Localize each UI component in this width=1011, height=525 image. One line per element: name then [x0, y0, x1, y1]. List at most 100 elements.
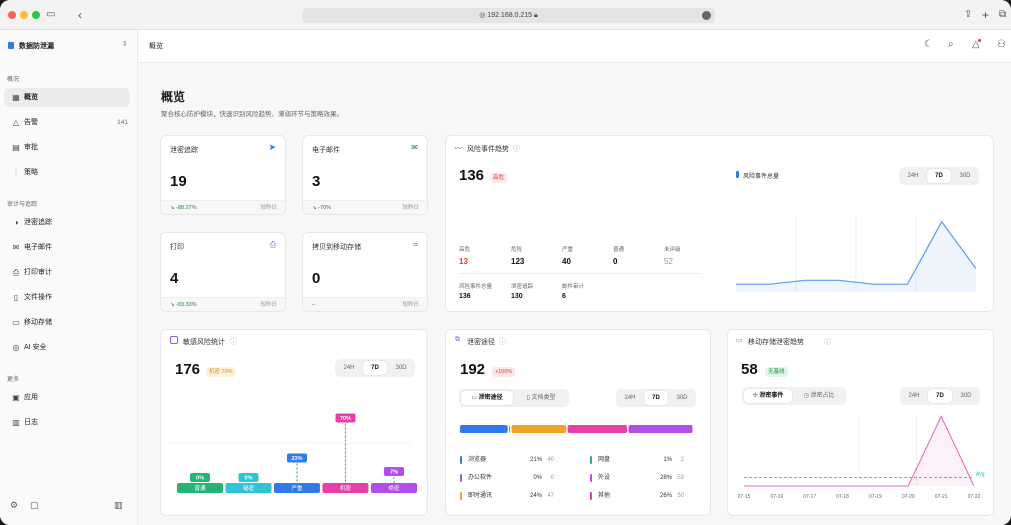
- search-icon[interactable]: ⌕: [948, 39, 954, 50]
- tab-30d[interactable]: 30D: [670, 391, 694, 405]
- x-tick-label: 07-16: [770, 494, 783, 500]
- route-icon: ◑: [13, 218, 19, 227]
- sidebar-item-print-audit[interactable]: ⎙ 打印审计: [4, 263, 130, 282]
- doc-icon: ▯: [526, 395, 530, 401]
- tab-24h[interactable]: 24H: [618, 391, 642, 405]
- tab-24h[interactable]: 24H: [901, 169, 925, 183]
- tab-7d[interactable]: 7D: [363, 361, 387, 375]
- devices-icon[interactable]: ▢: [30, 500, 39, 511]
- stat-card-email[interactable]: 电子邮件 ✉ 3 ↘ -70% 较昨日: [302, 135, 428, 215]
- risk-total: 136: [459, 167, 485, 184]
- sidebar-item-alerts[interactable]: △ 告警 141: [4, 113, 130, 132]
- card-title: 敏感风险统计: [183, 339, 225, 346]
- level-value: 52: [664, 257, 673, 266]
- tab-7d[interactable]: 7D: [644, 391, 668, 405]
- app-switcher[interactable]: 数据防泄漏 ⇕: [8, 39, 130, 53]
- more-icon[interactable]: [702, 11, 711, 20]
- checkbox-icon: [170, 336, 178, 344]
- tab-label: 泄密途径: [478, 395, 503, 401]
- stat-period: 较昨日: [402, 205, 419, 211]
- tab-7d[interactable]: 7D: [928, 389, 952, 403]
- sidebar-item-label: 电子邮件: [24, 244, 52, 251]
- tab-30d[interactable]: 30D: [953, 169, 977, 183]
- back-icon[interactable]: ‹: [78, 8, 82, 22]
- tab-24h[interactable]: 24H: [337, 361, 361, 375]
- stat-value: 19: [170, 173, 187, 190]
- channel-badge: +100%: [492, 367, 516, 377]
- channel-row: 网盘 1% 2: [590, 455, 700, 465]
- sidebar-item-file-ops[interactable]: ▯ 文件操作: [4, 288, 130, 307]
- channel-name: 其他: [598, 493, 611, 499]
- breakdown-label: 泄密追踪: [511, 284, 534, 290]
- sidebar-item-apps[interactable]: ▣ 应用: [4, 388, 130, 407]
- sidebar-toggle-icon[interactable]: ▭: [46, 8, 55, 22]
- sidebar-item-logs[interactable]: ▥ 日志: [4, 413, 130, 432]
- apps-icon: ▣: [12, 393, 20, 402]
- channel-count: 40: [547, 457, 554, 463]
- sensitive-risk-card: 敏感风险统计 ⓘ 176 机密 70% 24H 7D 30D 0% 普通 0% 秘密 2…: [160, 329, 428, 516]
- theme-toggle-icon[interactable]: ☾: [924, 39, 933, 50]
- tab-leak-channel[interactable]: ▭ 泄密途径: [461, 391, 513, 405]
- x-tick-label: 07-20: [902, 494, 915, 500]
- tab-7d[interactable]: 7D: [927, 169, 951, 183]
- maximize-window-button[interactable]: [32, 11, 40, 19]
- sidebar-item-leak-tracking[interactable]: ◑ 泄密追踪: [4, 213, 130, 232]
- minimize-window-button[interactable]: [20, 11, 28, 19]
- sidebar-item-label: 概览: [24, 94, 38, 101]
- level-label: 未评级: [664, 247, 681, 253]
- legend-label: 风险事件总量: [743, 174, 780, 180]
- printer-icon: ⎙: [12, 268, 20, 277]
- notification-bell-icon[interactable]: △: [972, 39, 981, 50]
- sidebar-item-label: 应用: [24, 394, 38, 401]
- x-tick-label: 07-19: [869, 494, 882, 500]
- sidebar-item-approvals[interactable]: ▤ 审批: [4, 138, 130, 157]
- bar-category-label: 绝密: [388, 484, 400, 492]
- x-tick-label: 07-22: [968, 494, 981, 500]
- breakdown-value: 130: [511, 293, 523, 300]
- tab-doc-type[interactable]: ▯ 文档类型: [515, 391, 567, 405]
- sidebar-item-email[interactable]: ✉ 电子邮件: [4, 238, 130, 257]
- stat-card-usb-copy[interactable]: 拷贝到移动存储 ⌗ 0 – 较昨日: [302, 232, 428, 312]
- usb-trend-chart: Avg 07-15 07-16 07-17 07-18 07-19 07-20 07-21 07…: [738, 414, 985, 500]
- level-label: 高危: [459, 247, 471, 253]
- usb-icon: ⌗: [413, 240, 418, 249]
- stat-period: 较昨日: [260, 205, 277, 211]
- view-toggle: ✣ 泄密事件 ◷ 泄密占比: [742, 387, 846, 405]
- channel-count: 47: [547, 493, 554, 499]
- sliders-icon: ⫶: [15, 168, 17, 177]
- tab-30d[interactable]: 30D: [954, 389, 978, 403]
- new-tab-icon[interactable]: +: [982, 8, 989, 22]
- bar-category-label: 机密: [340, 484, 352, 492]
- channel-count: 0: [550, 475, 554, 481]
- breakdown-label: 邮件审计: [562, 284, 585, 290]
- close-window-button[interactable]: [8, 11, 16, 19]
- tab-30d[interactable]: 30D: [389, 361, 413, 375]
- tab-24h[interactable]: 24H: [902, 389, 926, 403]
- share-icon[interactable]: ⇪: [964, 8, 972, 22]
- lock-icon: 🔒︎: [534, 12, 538, 19]
- sidebar-item-policies[interactable]: ⫶ 策略: [4, 163, 130, 182]
- usb-drive-icon: ▭: [736, 337, 743, 344]
- grid-icon: ▦: [12, 93, 20, 102]
- bar-category-label: 严重: [291, 484, 303, 492]
- time-range-toggle: 24H 7D 30D: [899, 167, 979, 185]
- tab-leak-ratio[interactable]: ◷ 泄密占比: [794, 389, 844, 403]
- channel-row: 浏览器 21% 40: [460, 455, 570, 465]
- sidebar-item-ai-security[interactable]: ◎ AI 安全: [4, 338, 130, 357]
- settings-icon[interactable]: ⚙: [10, 500, 18, 511]
- trend-icon: 〰: [454, 144, 462, 153]
- sidebar-item-overview[interactable]: ▦ 概览: [4, 88, 130, 107]
- channel-row: 办公软件 0% 0: [460, 473, 570, 483]
- info-icon: ⓘ: [499, 339, 506, 346]
- address-bar[interactable]: ◎ 192.168.0.215 🔒︎: [302, 8, 715, 23]
- user-icon[interactable]: ⚇: [997, 39, 1006, 50]
- stat-card-leak-tracking[interactable]: 泄密追踪 ➤ 19 ↘ -88.27% 较昨日: [160, 135, 286, 215]
- stacked-segment: [511, 425, 567, 433]
- stat-card-print[interactable]: 打印 ⎙ 4 ↘ -83.33% 较昨日: [160, 232, 286, 312]
- sidebar-item-removable-storage[interactable]: ▭ 移动存储: [4, 313, 130, 332]
- tabs-overview-icon[interactable]: ⧉: [999, 8, 1006, 22]
- book-icon[interactable]: ▥: [114, 500, 123, 511]
- sidebar-item-label: 移动存储: [24, 319, 52, 326]
- tab-leak-events[interactable]: ✣ 泄密事件: [744, 389, 792, 403]
- ai-icon: ◎: [12, 343, 20, 352]
